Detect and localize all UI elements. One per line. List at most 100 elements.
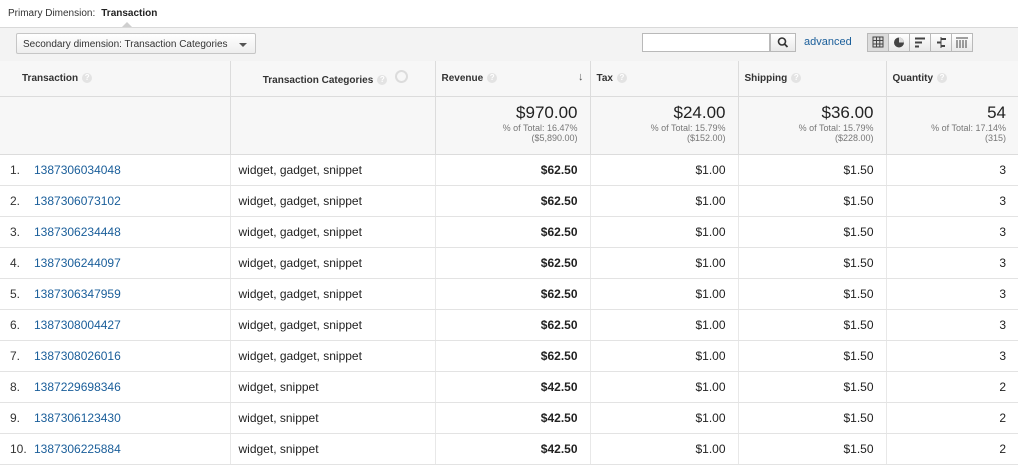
row-index: 3.	[10, 224, 21, 239]
revenue-cell: $42.50	[435, 402, 591, 434]
advanced-filter-link[interactable]: advanced	[804, 36, 852, 48]
total-value: $970.00	[516, 102, 578, 122]
primary-dimension-value[interactable]: Transaction	[101, 8, 157, 19]
transaction-link[interactable]: 1387308026016	[34, 349, 121, 363]
remove-dimension-icon[interactable]	[395, 70, 409, 84]
table-toolbar: Secondary dimension: Transaction Categor…	[0, 27, 1018, 62]
transaction-link[interactable]: 1387306244097	[34, 256, 121, 270]
row-index: 7.	[10, 348, 21, 363]
tax-cell: $1.00	[590, 154, 739, 186]
revenue-cell: $42.50	[435, 433, 591, 465]
transaction-link[interactable]: 1387306123430	[34, 411, 121, 425]
shipping-cell: $1.50	[738, 340, 887, 372]
help-icon[interactable]: ?	[937, 72, 948, 83]
tax-cell: $1.00	[590, 247, 739, 279]
column-header-shipping[interactable]: Shipping?	[738, 61, 887, 97]
table-row: 6. 1387308004427 widget, gadget, snippet …	[0, 309, 1018, 341]
transaction-cell: 9. 1387306123430	[0, 402, 231, 434]
performance-view-button[interactable]	[909, 33, 931, 52]
row-index: 1.	[10, 162, 21, 177]
total-value: $36.00	[821, 102, 874, 122]
column-header-quantity[interactable]: Quantity?	[886, 61, 1018, 97]
categories-cell: widget, snippet	[230, 433, 436, 465]
categories-cell: widget, gadget, snippet	[230, 185, 436, 217]
revenue-cell: $62.50	[435, 278, 591, 310]
quantity-cell: 2	[886, 371, 1018, 403]
table-search-input[interactable]	[642, 33, 770, 52]
total-tax: $24.00 % of Total: 15.79% ($152.00)	[590, 96, 739, 155]
tax-cell: $1.00	[590, 433, 739, 465]
tax-cell: $1.00	[590, 340, 739, 372]
transaction-link[interactable]: 1387306073102	[34, 194, 121, 208]
table-row: 3. 1387306234448 widget, gadget, snippet …	[0, 216, 1018, 248]
total-value: 54	[987, 102, 1006, 122]
help-icon[interactable]: ?	[82, 72, 93, 83]
help-icon[interactable]: ?	[377, 75, 388, 86]
chevron-down-icon	[239, 43, 247, 47]
transaction-link[interactable]: 1387308004427	[34, 318, 121, 332]
categories-cell: widget, gadget, snippet	[230, 309, 436, 341]
transaction-link[interactable]: 1387306234448	[34, 225, 121, 239]
table-view-button[interactable]	[867, 33, 889, 52]
comparison-icon	[937, 37, 946, 48]
help-icon[interactable]: ?	[617, 72, 627, 83]
shipping-cell: $1.50	[738, 309, 887, 341]
sort-descending-icon[interactable]: ↓	[578, 71, 584, 83]
categories-cell: widget, snippet	[230, 371, 436, 403]
total-percent: % of Total: 15.79%	[798, 122, 874, 133]
total-overall: (315)	[984, 132, 1006, 143]
transaction-link[interactable]: 1387306034048	[34, 163, 121, 177]
comparison-view-button[interactable]	[930, 33, 952, 52]
categories-cell: widget, gadget, snippet	[230, 278, 436, 310]
column-header-transaction[interactable]: Transaction?	[0, 61, 231, 97]
column-header-tax[interactable]: Tax?	[590, 61, 739, 97]
tax-cell: $1.00	[590, 278, 739, 310]
categories-cell: widget, gadget, snippet	[230, 216, 436, 248]
column-header-revenue[interactable]: Revenue? ↓	[435, 61, 591, 97]
row-index: 2.	[10, 193, 21, 208]
search-icon	[777, 37, 789, 48]
view-switcher	[867, 33, 973, 52]
quantity-cell: 3	[886, 278, 1018, 310]
table-row: 5. 1387306347959 widget, gadget, snippet …	[0, 278, 1018, 310]
categories-cell: widget, gadget, snippet	[230, 340, 436, 372]
total-overall: ($152.00)	[686, 132, 726, 143]
column-header-label: Transaction Categories	[262, 75, 374, 87]
pie-view-button[interactable]	[888, 33, 910, 52]
secondary-dimension-dropdown[interactable]: Secondary dimension: Transaction Categor…	[16, 33, 256, 54]
help-icon[interactable]: ?	[791, 72, 802, 83]
search-button[interactable]	[770, 33, 796, 52]
primary-dimension: Primary Dimension: Transaction	[8, 8, 157, 19]
transaction-link[interactable]: 1387306347959	[34, 287, 121, 301]
total-quantity: 54 % of Total: 17.14% (315)	[886, 96, 1018, 155]
column-header-label: Transaction	[22, 72, 79, 84]
column-header-label: Quantity	[892, 72, 934, 84]
total-value: $24.00	[673, 102, 726, 122]
quantity-cell: 3	[886, 185, 1018, 217]
shipping-cell: $1.50	[738, 154, 887, 186]
transaction-cell: 2. 1387306073102	[0, 185, 231, 217]
categories-cell: widget, snippet	[230, 402, 436, 434]
row-index: 10.	[10, 441, 27, 456]
pivot-view-button[interactable]	[951, 33, 973, 52]
column-header-label: Shipping	[744, 72, 788, 84]
revenue-cell: $62.50	[435, 216, 591, 248]
transaction-link[interactable]: 1387229698346	[34, 380, 121, 394]
column-header-label: Tax	[596, 72, 614, 84]
column-header-categories[interactable]: Transaction Categories?	[230, 61, 436, 97]
shipping-cell: $1.50	[738, 433, 887, 465]
row-index: 5.	[10, 286, 21, 301]
tax-cell: $1.00	[590, 309, 739, 341]
table-row: 9. 1387306123430 widget, snippet $42.50 $…	[0, 402, 1018, 434]
tax-cell: $1.00	[590, 185, 739, 217]
transaction-cell: 1. 1387306034048	[0, 154, 231, 186]
row-index: 9.	[10, 410, 21, 425]
transaction-link[interactable]: 1387306225884	[34, 442, 121, 456]
table-header-row: Transaction? Transaction Categories? Rev…	[0, 61, 1018, 97]
quantity-cell: 3	[886, 216, 1018, 248]
column-header-label: Revenue	[441, 72, 484, 84]
secondary-dimension-label: Secondary dimension: Transaction Categor…	[23, 39, 228, 50]
transaction-cell: 5. 1387306347959	[0, 278, 231, 310]
quantity-cell: 2	[886, 402, 1018, 434]
help-icon[interactable]: ?	[487, 72, 498, 83]
